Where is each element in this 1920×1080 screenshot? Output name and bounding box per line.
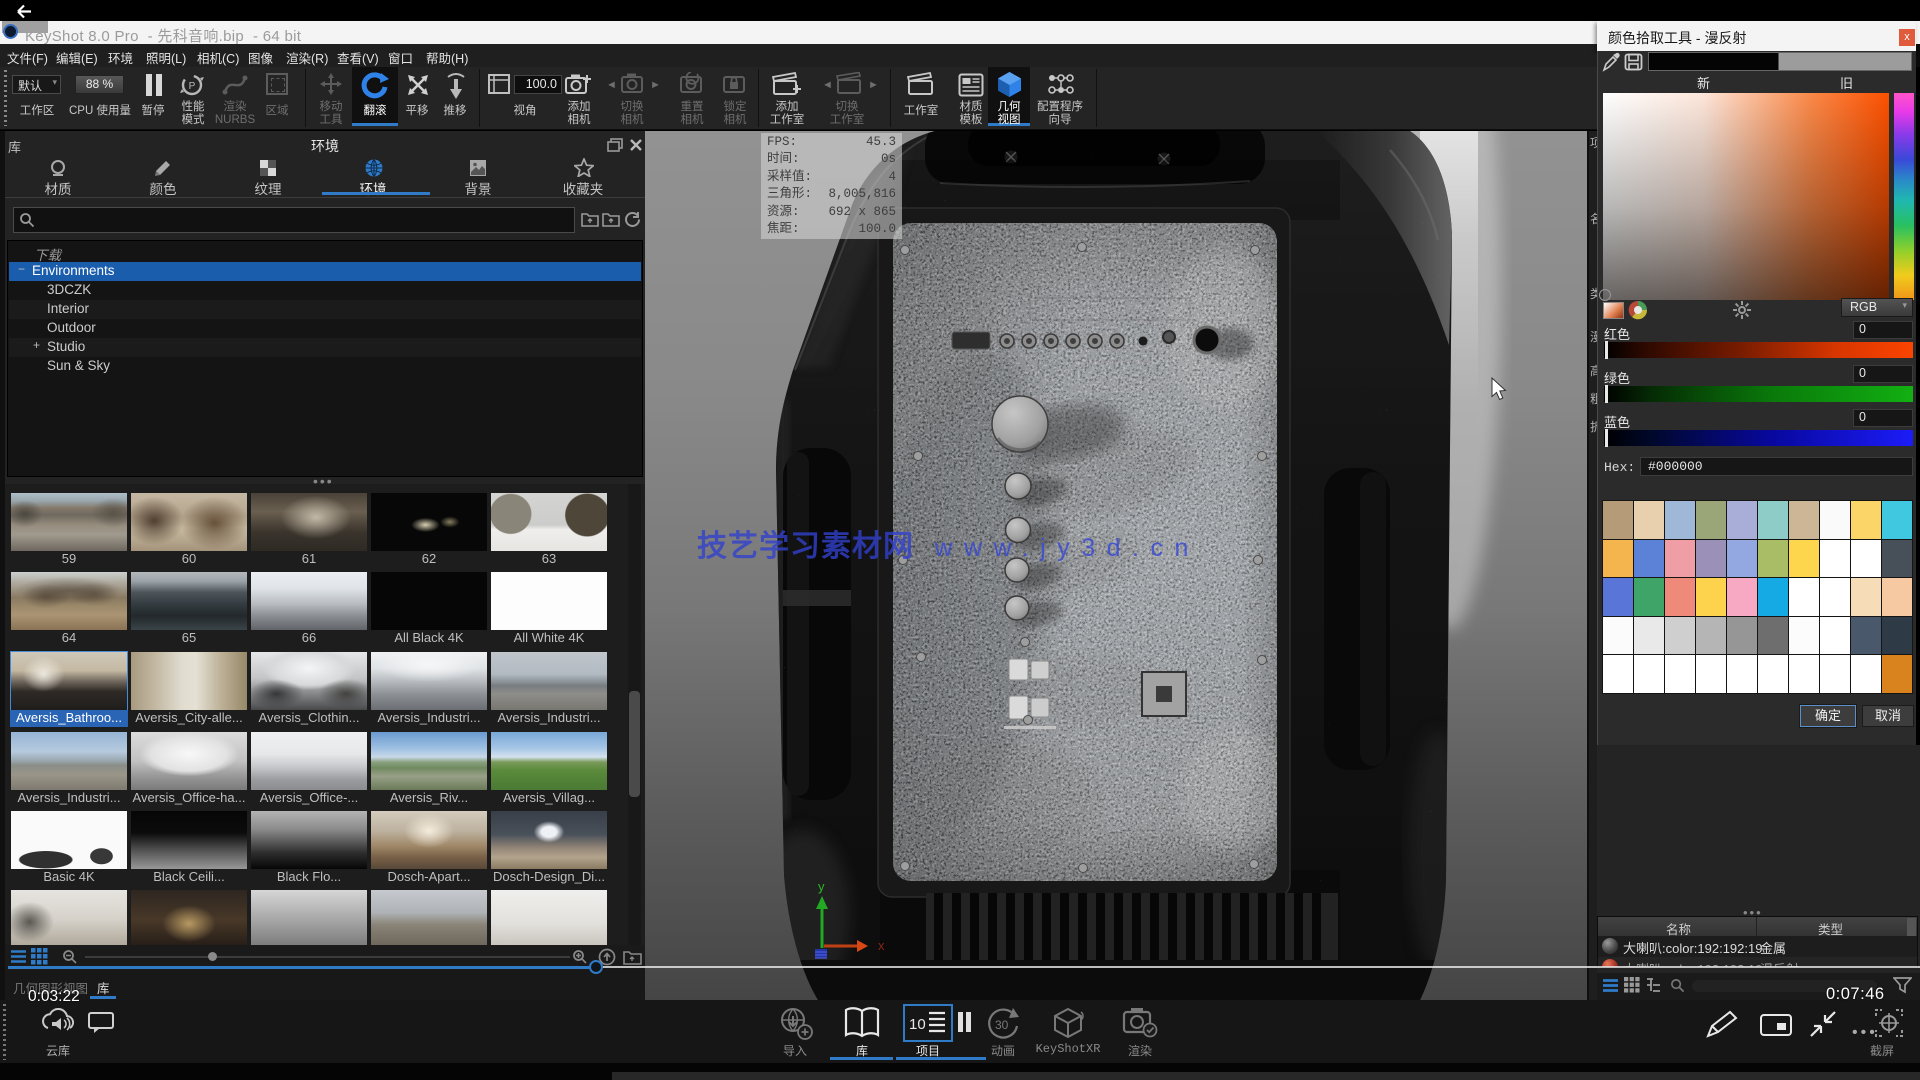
svg-text:10: 10 [909, 1016, 926, 1033]
svg-text:P: P [189, 81, 196, 92]
svg-text:x: x [878, 938, 885, 953]
svg-text:y: y [818, 879, 825, 894]
svg-text:30: 30 [995, 1018, 1009, 1032]
